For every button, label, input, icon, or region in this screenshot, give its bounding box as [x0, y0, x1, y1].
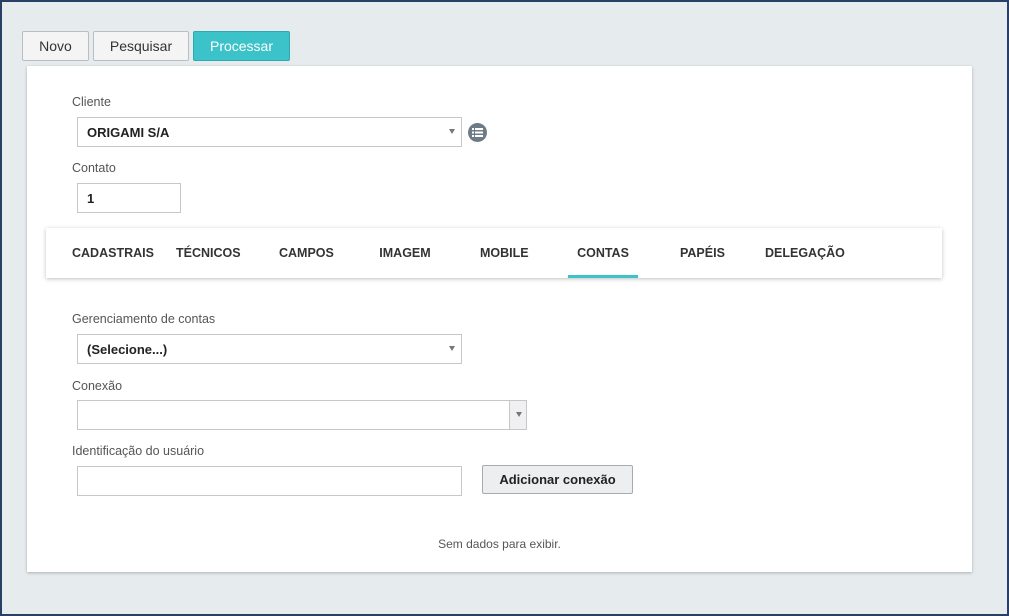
tab-mobile[interactable]: MOBILE	[480, 228, 529, 278]
processar-button[interactable]: Processar	[193, 31, 290, 61]
gerenciamento-select[interactable]: (Selecione...)	[77, 334, 462, 364]
cliente-label: Cliente	[72, 95, 111, 109]
chevron-down-icon	[449, 129, 455, 134]
novo-button[interactable]: Novo	[22, 31, 89, 61]
contato-label: Contato	[72, 161, 116, 175]
contato-input[interactable]: 1	[77, 183, 181, 213]
dropdown-toggle[interactable]	[509, 401, 526, 429]
adicionar-conexao-button[interactable]: Adicionar conexão	[482, 465, 633, 494]
gerenciamento-value: (Selecione...)	[87, 341, 168, 357]
chevron-down-icon	[449, 346, 455, 351]
tab-papeis[interactable]: PAPÉIS	[680, 228, 725, 278]
chevron-down-icon	[516, 412, 522, 417]
conexao-label: Conexão	[72, 379, 123, 393]
pesquisar-button[interactable]: Pesquisar	[93, 31, 189, 61]
cliente-select[interactable]: ORIGAMI S/A	[77, 117, 462, 147]
contato-value: 1	[87, 190, 95, 206]
cliente-value: ORIGAMI S/A	[87, 124, 170, 140]
main-card: Cliente ORIGAMI S/A Contato 1 CADASTRAIS…	[27, 66, 972, 572]
tab-cadastrais[interactable]: CADASTRAIS	[72, 228, 154, 278]
identificacao-label: Identificação do usuário	[72, 444, 205, 458]
tab-imagem[interactable]: IMAGEM	[379, 228, 431, 278]
tab-bar: CADASTRAIS TÉCNICOS CAMPOS IMAGEM MOBILE…	[46, 228, 942, 278]
list-icon[interactable]	[468, 123, 487, 142]
tab-delegacao[interactable]: DELEGAÇÃO	[765, 228, 845, 278]
gerenciamento-label: Gerenciamento de contas	[72, 312, 216, 326]
identificacao-input[interactable]	[77, 466, 462, 496]
conexao-select[interactable]	[77, 400, 527, 430]
tab-campos[interactable]: CAMPOS	[279, 228, 334, 278]
empty-message: Sem dados para exibir.	[438, 537, 561, 551]
tab-tecnicos[interactable]: TÉCNICOS	[176, 228, 241, 278]
toolbar: Novo Pesquisar Processar	[22, 31, 290, 61]
tab-contas[interactable]: CONTAS	[568, 228, 638, 278]
